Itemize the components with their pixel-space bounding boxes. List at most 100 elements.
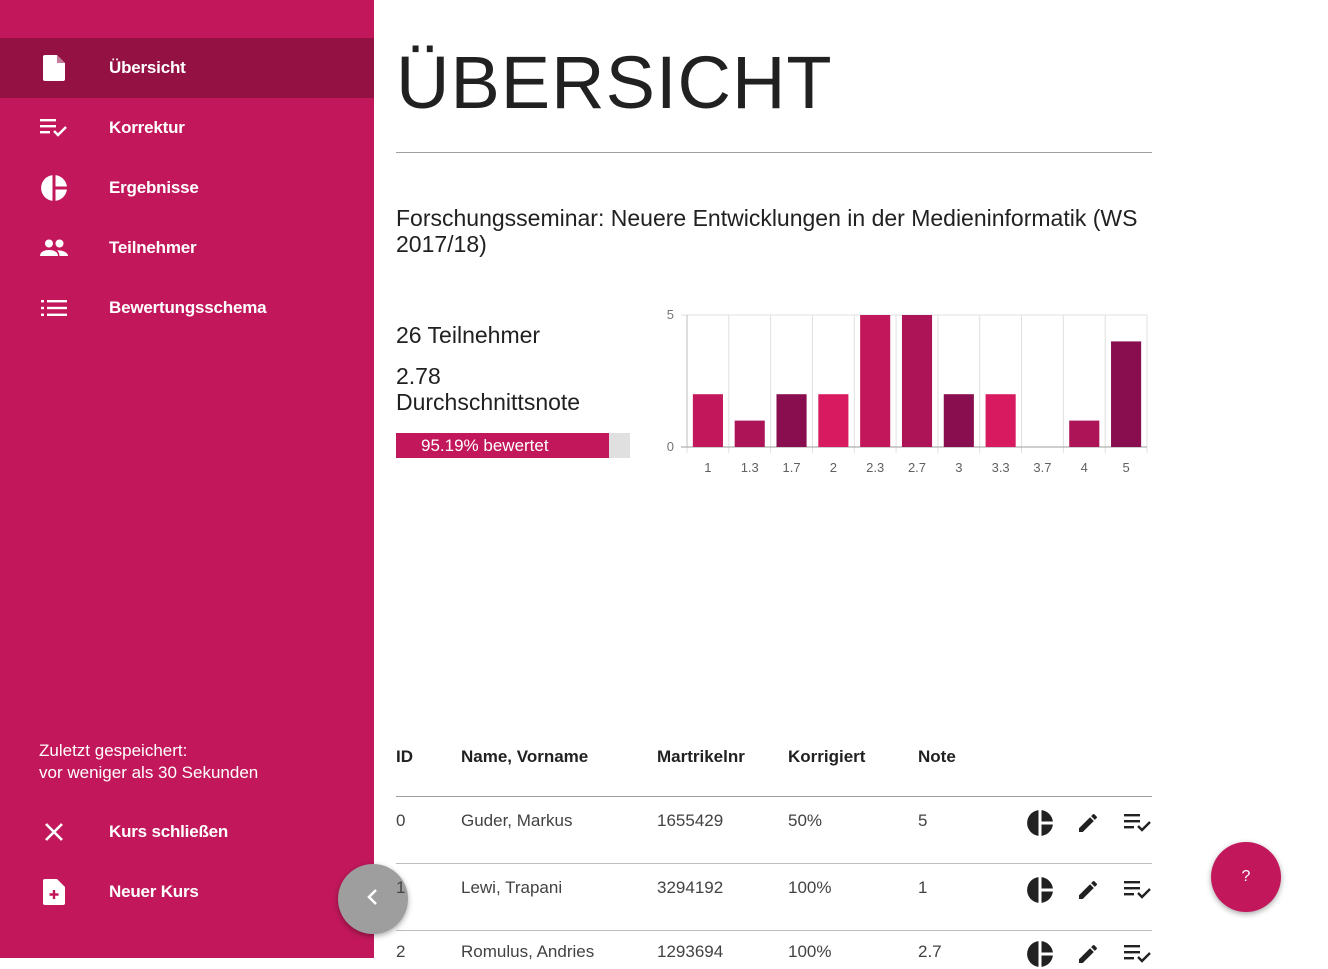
results-button[interactable] [1025, 875, 1055, 905]
participant-count: 26 Teilnehmer [396, 322, 541, 348]
chart-x-tick-label: 3 [955, 460, 962, 475]
edit-button[interactable] [1073, 939, 1103, 969]
cell-name: Lewi, Trapani [461, 878, 563, 897]
chart-x-tick-label: 2.7 [908, 460, 926, 475]
sidebar-item-label: Übersicht [109, 58, 186, 77]
cell-note: 1 [918, 878, 928, 897]
chart-bar [776, 394, 807, 447]
sidebar-item-label: Bewertungsschema [109, 298, 267, 317]
page-title: ÜBERSICHT [396, 41, 833, 124]
chart-bar [1069, 420, 1100, 447]
list-icon [40, 294, 68, 322]
chart-bar [1111, 341, 1142, 447]
playlist-check-icon [1124, 813, 1152, 833]
sidebar-item-label: Ergebnisse [109, 178, 199, 197]
chart-x-tick-label: 2 [830, 460, 837, 475]
chart-bar [860, 315, 891, 447]
pie-chart-icon [1027, 810, 1053, 836]
chart-bar [818, 394, 849, 447]
chart-x-tick-label: 2.3 [866, 460, 884, 475]
pencil-icon [1076, 878, 1100, 902]
table-header-divider [396, 796, 1152, 797]
cell-matrikelnr: 1293694 [657, 942, 724, 961]
chart-x-tick-label: 3.7 [1033, 460, 1051, 475]
cell-id: 2 [396, 942, 406, 961]
chart-bar [985, 394, 1016, 447]
course-title: Forschungsseminar: Neuere Entwicklungen … [396, 205, 1138, 257]
playlist-check-icon [40, 114, 68, 142]
results-button[interactable] [1025, 808, 1055, 838]
chart-bar [943, 394, 974, 447]
row-divider [396, 930, 1152, 931]
chart-bar [692, 394, 723, 447]
new-file-icon [40, 878, 68, 906]
title-divider [396, 152, 1152, 153]
cell-korrigiert: 100% [788, 878, 832, 897]
chart-y-tick-label: 0 [667, 439, 674, 454]
sidebar-item-teilnehmer[interactable]: Teilnehmer [0, 218, 374, 278]
close-icon [40, 818, 68, 846]
pie-chart-icon [40, 174, 68, 202]
cell-note: 2.7 [918, 942, 942, 961]
cell-korrigiert: 100% [788, 942, 832, 961]
save-status: Zuletzt gespeichert: vor weniger als 30 … [39, 740, 258, 784]
people-icon [40, 234, 68, 262]
chart-x-tick-label: 1.7 [783, 460, 801, 475]
save-status-label: Zuletzt gespeichert: [39, 741, 188, 760]
help-button[interactable]: ? [1211, 842, 1281, 912]
close-course-button[interactable]: Kurs schließen [0, 802, 374, 862]
grade-distribution-chart: 0 5 1 1.3 1.7 2 2.3 2.7 3 3.3 3.7 4 5 [667, 307, 1148, 475]
chart-x-tick-label: 4 [1081, 460, 1088, 475]
sidebar-item-label: Teilnehmer [109, 238, 197, 257]
chart-x-tick-label: 1 [704, 460, 711, 475]
chart-x-tick-label: 5 [1122, 460, 1129, 475]
grading-progress-bar: 95.19% bewertet [396, 433, 630, 458]
cell-id: 1 [396, 878, 406, 897]
cell-name: Guder, Markus [461, 811, 573, 830]
column-header-korrigiert[interactable]: Korrigiert [788, 747, 865, 767]
column-header-name[interactable]: Name, Vorname [461, 747, 588, 767]
cell-name: Romulus, Andries [461, 942, 595, 961]
playlist-check-icon [1124, 944, 1152, 964]
pie-chart-icon [1027, 877, 1053, 903]
pencil-icon [1076, 942, 1100, 966]
chart-x-tick-label: 3.3 [992, 460, 1010, 475]
collapse-sidebar-button[interactable] [338, 864, 408, 934]
column-header-id[interactable]: ID [396, 747, 413, 767]
sidebar-item-korrektur[interactable]: Korrektur [0, 98, 374, 158]
sidebar-item-bewertungsschema[interactable]: Bewertungsschema [0, 278, 374, 338]
average-grade-value: 2.78 [396, 363, 441, 389]
grading-progress-label: 95.19% bewertet [421, 436, 549, 455]
chevron-left-icon [366, 888, 380, 911]
sidebar: Übersicht Korrektur Ergebnisse Teilnehme… [0, 0, 374, 958]
results-button[interactable] [1025, 939, 1055, 969]
close-course-label: Kurs schließen [109, 822, 229, 841]
edit-button[interactable] [1073, 875, 1103, 905]
correction-button[interactable] [1123, 939, 1153, 969]
row-divider [396, 863, 1152, 864]
chart-y-tick-label: 5 [667, 307, 674, 322]
correction-button[interactable] [1123, 875, 1153, 905]
sidebar-item-ergebnisse[interactable]: Ergebnisse [0, 158, 374, 218]
column-header-matrikelnr[interactable]: Martrikelnr [657, 747, 745, 767]
cell-matrikelnr: 1655429 [657, 811, 724, 830]
sidebar-item-label: Korrektur [109, 118, 185, 137]
new-course-button[interactable]: Neuer Kurs [0, 862, 374, 922]
chart-x-tick-label: 1.3 [741, 460, 759, 475]
cell-matrikelnr: 3294192 [657, 878, 724, 897]
save-status-time: vor weniger als 30 Sekunden [39, 763, 259, 782]
edit-button[interactable] [1073, 808, 1103, 838]
cell-note: 5 [918, 811, 928, 830]
new-course-label: Neuer Kurs [109, 882, 199, 901]
pie-chart-icon [1027, 941, 1053, 967]
column-header-note[interactable]: Note [918, 747, 956, 767]
chart-bar [901, 315, 933, 447]
cell-id: 0 [396, 811, 406, 830]
correction-button[interactable] [1123, 808, 1153, 838]
cell-korrigiert: 50% [788, 811, 823, 830]
chart-bar [734, 420, 765, 447]
sidebar-item-uebersicht[interactable]: Übersicht [0, 38, 374, 98]
average-grade-label: Durchschnittsnote [396, 389, 581, 415]
document-icon [40, 54, 68, 82]
playlist-check-icon [1124, 880, 1152, 900]
